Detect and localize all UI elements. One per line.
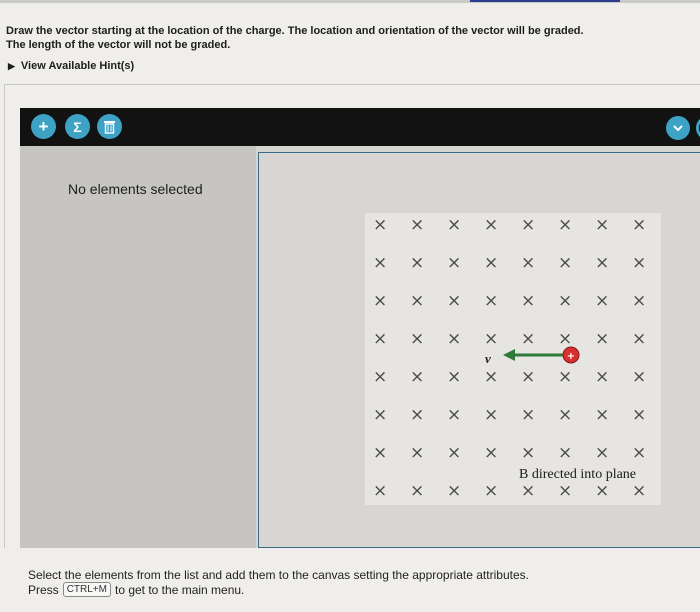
top-border <box>0 0 700 3</box>
velocity-label: v⃗ <box>485 351 501 366</box>
properties-panel: No elements selected <box>20 146 256 548</box>
canvas-area[interactable]: × × × × × × × × × × × × × × × × × × × × × × × × × × × × × × × × × × × × × × × ×… <box>258 152 700 548</box>
instruction-line-2: The length of the vector will not be gra… <box>6 39 231 51</box>
instruction-text: Draw the vector starting at the location… <box>6 24 696 52</box>
field-caption: B directed into plane <box>517 467 639 483</box>
footer-help-text: Select the elements from the list and ad… <box>28 568 529 582</box>
velocity-vector: + <box>503 346 580 364</box>
drawing-toolbar: + Σ <box>20 108 700 146</box>
reset-button[interactable] <box>696 116 700 140</box>
shortcut-key: CTRL+M <box>62 582 111 597</box>
triangle-right-icon: ▶ <box>8 60 15 71</box>
shortcut-description: to get to the main menu. <box>114 582 245 597</box>
instruction-line-1: Draw the vector starting at the location… <box>6 25 584 37</box>
charge-sign: + <box>567 351 575 362</box>
hint-label: View Available Hint(s) <box>20 60 135 72</box>
velocity-arrow-head <box>503 349 515 361</box>
sigma-button[interactable]: Σ <box>65 114 90 139</box>
view-hints-toggle[interactable]: ▶ View Available Hint(s) <box>8 60 134 72</box>
sigma-icon: Σ <box>73 118 82 135</box>
drawing-canvas[interactable]: × × × × × × × × × × × × × × × × × × × × × × × × × × × × × × × × × × × × × × × ×… <box>256 146 700 548</box>
plus-icon: + <box>38 116 49 136</box>
delete-button[interactable] <box>97 114 122 139</box>
footer-shortcut-text: Press CTRL+M to get to the main menu. <box>28 582 244 597</box>
link-underline <box>470 0 620 2</box>
trash-icon <box>104 120 115 134</box>
no-selection-message: No elements selected <box>68 181 203 197</box>
press-label: Press <box>28 582 59 597</box>
instructions-footer: Select the elements from the list and ad… <box>0 548 700 612</box>
collapse-button[interactable] <box>666 116 690 140</box>
chevron-down-icon <box>673 125 683 132</box>
add-element-button[interactable]: + <box>31 114 56 139</box>
